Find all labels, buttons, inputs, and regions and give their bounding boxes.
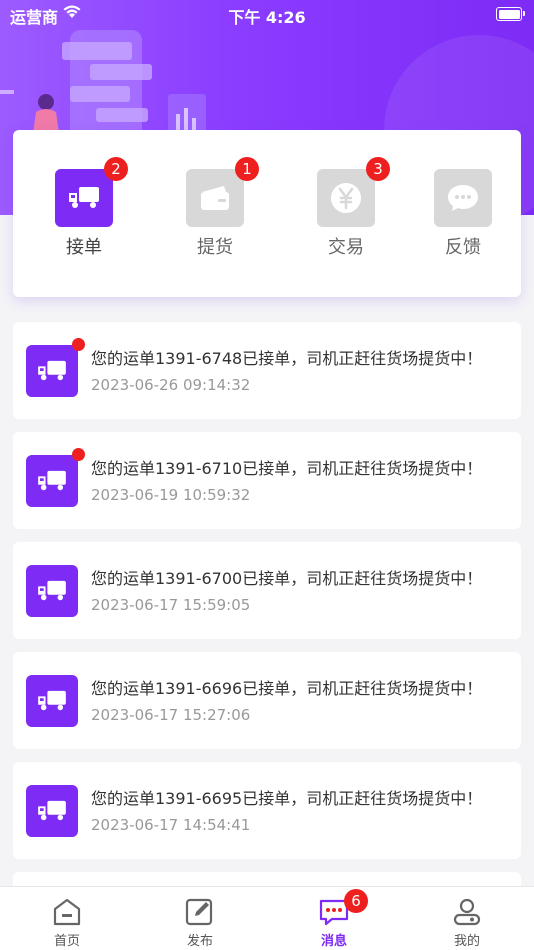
unread-dot [72,338,85,351]
category-badge: 1 [235,157,259,181]
truck-icon [38,690,66,711]
category-pickup[interactable]: 1 提货 [175,157,259,259]
message-text: 您的运单1391-6695已接单，司机正赶往货场提货中！ [91,789,483,808]
message-time: 2023-06-17 15:27:06 [91,706,251,724]
truck-icon [38,800,66,821]
tab-profile[interactable]: 我的 [427,897,507,949]
message-icon-box [26,675,78,727]
category-icon-box: 2 [55,157,128,227]
category-card: 2 接单 1 提货 3 交易 反馈 [13,130,521,297]
tab-publish[interactable]: 发布 [160,897,240,949]
tab-label: 消息 [320,934,347,949]
category-icon-box: 3 [317,157,390,227]
message-icon-box [26,448,85,507]
truck-icon [38,470,66,491]
category-icon-box: 1 [186,157,259,227]
category-icon-box [434,169,492,227]
message-icon-box [26,565,78,617]
category-label: 提货 [197,237,233,258]
status-time: 下午 4:26 [228,8,306,27]
message-text: 您的运单1391-6748已接单，司机正赶往货场提货中！ [91,349,483,368]
banner-illustration [0,30,206,140]
category-label: 反馈 [445,237,481,258]
tab-badge: 6 [344,889,368,913]
tab-label: 首页 [53,934,80,949]
tab-messages[interactable]: 6 消息 [294,889,374,949]
message-icon-box [26,785,78,837]
category-badge: 3 [366,157,390,181]
category-feedback[interactable]: 反馈 [423,169,503,259]
unread-dot [72,448,85,461]
category-label: 接单 [66,237,102,258]
status-bar: 运营商 下午 4:26 [0,0,534,28]
screen: 运营商 下午 4:26 2 接单 1 提货 3 交易 反馈 您的运单1391-6… [0,0,534,950]
truck-icon [69,187,99,208]
message-text: 您的运单1391-6696已接单，司机正赶往货场提货中！ [91,679,483,698]
tab-label: 我的 [453,934,480,949]
message-time: 2023-06-26 09:14:32 [91,376,251,394]
category-label: 交易 [328,237,364,258]
category-badge: 2 [104,157,128,181]
list-item[interactable]: 您的运单1391-6748已接单，司机正赶往货场提货中！ 2023-06-26 … [13,322,521,419]
list-item[interactable]: 您的运单1391-6700已接单，司机正赶往货场提货中！ 2023-06-17 … [13,542,521,639]
category-accept-orders[interactable]: 2 接单 [44,157,128,259]
home-icon [53,898,81,926]
message-time: 2023-06-17 14:54:41 [91,816,251,834]
edit-icon [185,898,213,926]
message-icon-box [26,338,85,397]
battery-icon [496,7,525,21]
tab-label: 发布 [186,934,213,949]
tab-home[interactable]: 首页 [27,897,107,949]
message-text: 您的运单1391-6710已接单，司机正赶往货场提货中！ [91,459,483,478]
message-time: 2023-06-17 15:59:05 [91,596,251,614]
list-item[interactable]: 您的运单1391-6695已接单，司机正赶往货场提货中！ 2023-06-17 … [13,762,521,859]
yuan-icon [331,183,361,213]
profile-icon [453,898,481,926]
truck-icon [38,360,66,381]
wallet-icon [201,186,229,210]
tab-bar: 首页 发布 6 消息 我的 [0,886,534,950]
category-transactions[interactable]: 3 交易 [306,157,390,259]
message-text: 您的运单1391-6700已接单，司机正赶往货场提货中！ [91,569,483,588]
chat-bubble-icon [448,185,478,211]
truck-icon [38,580,66,601]
list-item[interactable]: 您的运单1391-6696已接单，司机正赶往货场提货中！ 2023-06-17 … [13,652,521,749]
list-item[interactable]: 您的运单1391-6710已接单，司机正赶往货场提货中！ 2023-06-19 … [13,432,521,529]
message-time: 2023-06-19 10:59:32 [91,486,251,504]
